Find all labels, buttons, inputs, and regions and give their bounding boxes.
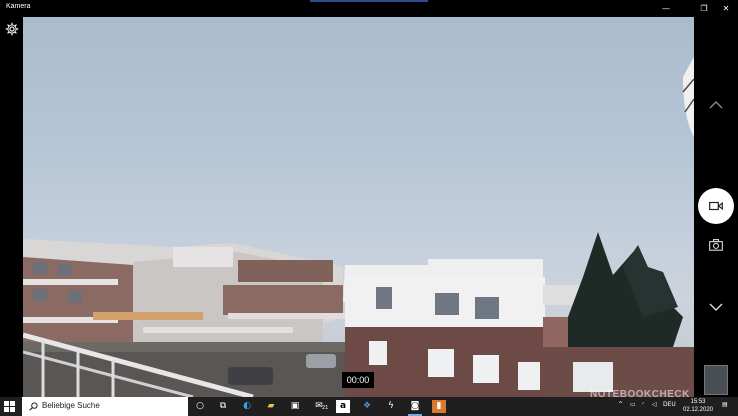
file-explorer-icon[interactable]: ▰ xyxy=(264,400,278,413)
clock-time: 15:53 xyxy=(690,399,706,405)
windows-taskbar: Beliebige Suche ○ ⧉ ◐ ▰ ▣ ✉ 21 a ❖ ϟ ◙ ▮… xyxy=(0,397,738,416)
tray-chevron-up-icon[interactable]: ^ xyxy=(618,401,623,408)
minimize-button[interactable]: — xyxy=(654,0,678,17)
window-title: Kamera xyxy=(6,3,31,10)
mail-badge: 21 xyxy=(322,405,329,411)
camera-app-taskbar-icon[interactable]: ◙ xyxy=(408,400,422,416)
maximize-button[interactable]: ❐ xyxy=(692,0,716,17)
camera-app: Kamera — ❐ ✕ 00:00 NOTEBOOKCHECK Beliebi… xyxy=(0,0,738,416)
taskbar-search-box[interactable]: Beliebige Suche xyxy=(22,397,188,416)
title-bar: Kamera — ❐ ✕ xyxy=(0,0,738,17)
record-video-button[interactable] xyxy=(698,188,734,224)
recording-timer: 00:00 xyxy=(342,372,374,388)
search-placeholder: Beliebige Suche xyxy=(42,401,100,410)
title-accent-line xyxy=(310,0,428,2)
wifi-icon[interactable]: ◜ xyxy=(642,401,644,408)
taskbar-clock[interactable]: 15:53 02.12.2020 xyxy=(680,398,716,414)
bolt-app-icon[interactable]: ϟ xyxy=(384,400,398,413)
dropbox-icon[interactable]: ❖ xyxy=(360,400,374,413)
camera-controls-panel xyxy=(694,17,738,397)
language-indicator[interactable]: DEU xyxy=(663,401,676,408)
search-icon xyxy=(29,402,38,411)
battery-icon[interactable]: ▭ xyxy=(630,401,636,408)
last-capture-thumbnail[interactable] xyxy=(704,365,728,395)
video-camera-icon xyxy=(709,201,723,211)
windows-start-icon[interactable] xyxy=(4,401,15,412)
photo-camera-icon[interactable] xyxy=(709,239,723,251)
task-view-icon[interactable]: ⧉ xyxy=(216,400,230,413)
chevron-down-icon[interactable] xyxy=(708,302,724,312)
amazon-icon[interactable]: a xyxy=(336,400,350,413)
pinned-app-icon[interactable]: ▮ xyxy=(432,400,446,413)
edge-browser-icon[interactable]: ◐ xyxy=(240,400,254,413)
viewfinder-scene xyxy=(23,57,694,397)
camera-viewfinder[interactable] xyxy=(23,17,694,397)
close-button[interactable]: ✕ xyxy=(714,0,738,17)
chevron-up-icon[interactable] xyxy=(708,100,724,110)
store-icon[interactable]: ▣ xyxy=(288,400,302,413)
cortana-icon[interactable]: ○ xyxy=(193,400,207,413)
volume-icon[interactable]: ◁ xyxy=(652,401,657,408)
notification-center-icon[interactable]: ▤ xyxy=(722,401,728,408)
clock-date: 02.12.2020 xyxy=(682,407,714,413)
settings-gear-icon[interactable] xyxy=(5,22,19,36)
